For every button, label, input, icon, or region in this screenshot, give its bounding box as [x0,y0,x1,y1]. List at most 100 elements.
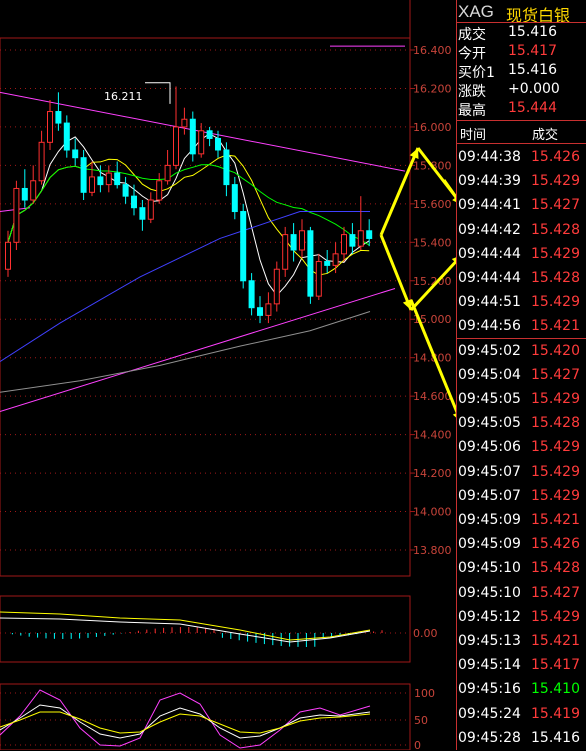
trade-row[interactable]: 09:45:10 15.428 [456,557,586,581]
kdj-tick-label: 100 [414,687,435,700]
candle-body [21,187,28,201]
trade-price: 15.428 [531,270,580,286]
panel-left-border [456,0,457,750]
quote-title: XAG 现货白银 [456,0,586,25]
trade-price: 15.429 [531,487,580,504]
trade-row[interactable]: 09:45:06 15.429 [456,436,586,460]
trade-row[interactable]: 09:45:28 15.416 [456,727,586,751]
trade-time: 09:45:16 [458,681,521,698]
trade-time: 09:45:02 [458,342,521,359]
trade-row[interactable]: 09:45:05 15.429 [456,388,586,412]
trade-price: 15.429 [531,173,580,190]
candle-body [324,261,331,266]
candle-body [30,180,37,201]
macd-zero-label: 0.00 [413,627,438,640]
y-tick-label: 14.000 [413,506,452,519]
trade-price: 15.429 [531,439,580,456]
y-tick-label: 15.600 [413,198,452,211]
trade-row[interactable]: 09:45:14 15.417 [456,654,586,678]
candle-body [164,164,171,182]
candle-body [349,234,356,247]
candle-body [332,253,339,266]
candle-body [215,137,221,151]
trade-row[interactable]: 09:44:44 15.429 [456,243,586,267]
trade-time: 09:45:07 [458,487,521,504]
trade-row[interactable]: 09:44:38 15.426 [456,146,586,170]
trade-time: 09:44:51 [458,294,521,311]
trade-row[interactable]: 09:45:04 15.427 [456,364,586,388]
quote-label: 成交 [458,27,486,43]
macd-frame [0,595,411,663]
high-annotation: 16.211 [104,82,171,104]
candle-body [63,122,70,151]
trade-time: 09:45:05 [458,391,521,407]
trade-price: 15.421 [531,512,580,528]
trade-row[interactable]: 09:45:02 15.420 [456,340,586,364]
trade-row[interactable]: 09:45:24 15.419 [456,703,586,727]
y-tick-label: 16.000 [413,121,452,134]
y-tick-label: 13.800 [413,544,452,557]
trade-time: 09:45:13 [458,633,521,649]
quote-label: 买价1 [458,65,495,81]
candle-body [147,199,154,220]
macd-panel: 0.00 [0,595,438,663]
trade-price: 15.426 [531,536,580,553]
candle-body [105,172,112,186]
trade-price: 15.421 [531,633,580,649]
candle-body [139,207,146,220]
trade-row[interactable]: 09:44:56 15.421 [456,315,586,339]
candle-body [156,180,163,201]
candle-body [55,111,62,124]
trade-row[interactable]: 09:45:09 15.421 [456,509,586,533]
candle-body [366,230,373,239]
main-y-axis-ticks: 16.40016.20016.00015.80015.60015.40015.2… [410,44,452,557]
panel-divider [456,22,586,23]
candle-body [273,268,280,305]
ma120-line [0,311,371,393]
quote-value: 15.444 [508,100,557,116]
trade-row[interactable]: 09:44:39 15.429 [456,170,586,194]
trade-price: 15.427 [531,584,580,601]
trade-price: 15.421 [531,318,580,335]
candle-body [315,261,322,297]
y-tick-label: 14.600 [413,390,452,403]
quote-panel: XAG 现货白银 成交 15.416 今开 15.417 买价1 15.416 涨跌 +0.0… [456,0,586,750]
candle-body [13,187,20,243]
candle-body [282,234,289,270]
candle-body [240,211,247,282]
trade-price: 15.416 [531,729,580,746]
arrow-down-3 [379,234,413,311]
main-pane-frame [0,37,411,577]
trade-row[interactable]: 09:45:10 15.427 [456,582,586,606]
trade-price: 15.420 [531,342,580,359]
candle-body [299,230,305,251]
ma60-line [0,211,370,362]
y-tick-label: 14.200 [413,467,452,480]
trade-time: 09:44:39 [458,173,521,190]
trade-row[interactable]: 09:45:13 15.421 [456,630,586,654]
trade-divider [456,337,586,339]
trade-row[interactable]: 09:44:42 15.428 [456,219,586,243]
trade-time: 09:45:05 [458,415,521,432]
trade-row[interactable]: 09:45:05 15.428 [456,412,586,436]
quote-label: 今开 [458,46,486,62]
trade-header-time: 时间 [460,128,487,143]
trade-time: 09:44:38 [458,149,521,165]
trade-row[interactable]: 09:45:09 15.426 [456,533,586,557]
trade-price: 15.429 [531,294,580,311]
trade-row[interactable]: 09:44:44 15.428 [456,267,586,291]
trade-time: 09:45:06 [458,439,521,456]
trade-row[interactable]: 09:45:07 15.429 [456,485,586,509]
candle-body [189,118,196,155]
annotation-leader [145,82,171,104]
trade-row[interactable]: 09:45:12 15.429 [456,606,586,630]
candle-body [131,195,137,209]
trade-row[interactable]: 09:44:41 15.427 [456,194,586,218]
trade-row[interactable]: 09:45:16 15.410 [456,678,586,702]
candle-body [114,172,121,186]
quote-value: 15.416 [508,62,557,78]
candle-body [307,230,314,297]
trade-row[interactable]: 09:44:51 15.429 [456,291,586,315]
kdj-d-line [0,711,371,734]
trade-row[interactable]: 09:45:07 15.429 [456,461,586,485]
